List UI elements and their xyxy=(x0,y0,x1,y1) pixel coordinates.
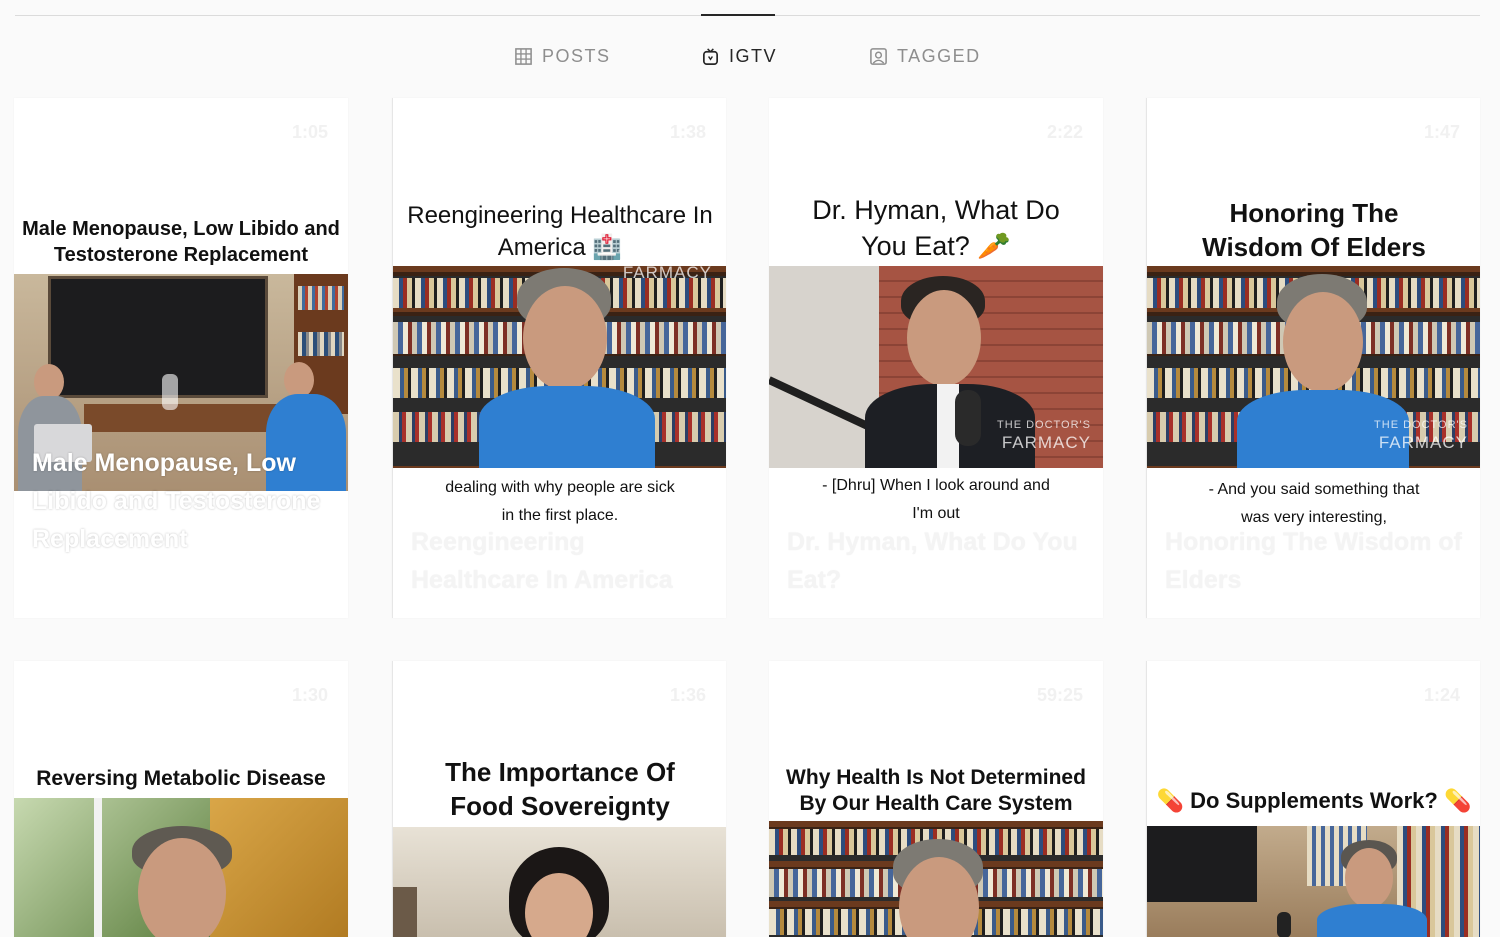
tab-posts-label: POSTS xyxy=(542,46,611,66)
video-thumbnail xyxy=(393,266,726,468)
video-thumbnail xyxy=(1147,826,1480,937)
tab-posts[interactable]: POSTS xyxy=(514,46,611,67)
tab-igtv[interactable]: IGTV xyxy=(701,46,777,67)
igtv-icon xyxy=(702,48,719,65)
video-duration: 1:05 xyxy=(291,122,328,142)
video-duration: 1:30 xyxy=(291,685,328,705)
video-caption: dealing with why people are sick in the … xyxy=(445,479,675,524)
watermark-line1: THE DOCTOR'S xyxy=(997,419,1091,431)
video-caption: - [Dhru] When I look around and I'm out xyxy=(822,477,1050,522)
igtv-video-card[interactable]: 1:05 Male Menopause, Low Libido and Test… xyxy=(14,98,348,618)
igtv-video-card[interactable]: 1:24 💊 Do Supplements Work? 💊 xyxy=(1146,661,1480,937)
profile-tabs: POSTS IGTV TAGGED xyxy=(0,46,1500,72)
watermark-line2: FARMACY xyxy=(622,263,712,282)
watermark-line1: THE DOCTOR'S xyxy=(1374,419,1468,431)
video-title-text: The Importance Of Food Sovereignty xyxy=(445,757,675,821)
video-overlay-title: Dr. Hyman, What Do You Eat? xyxy=(787,528,1078,594)
grid-icon xyxy=(515,48,532,65)
tab-tagged-label: TAGGED xyxy=(897,46,981,66)
igtv-page: POSTS IGTV TAGGED 1:05 Male Menopause, L… xyxy=(0,0,1500,937)
igtv-video-card[interactable]: 2:22 Dr. Hyman, What Do You Eat? 🥕 THE D… xyxy=(769,98,1103,618)
video-overlay-title: Honoring The Wisdom of Elders xyxy=(1165,528,1462,594)
igtv-video-card[interactable]: 1:30 Reversing Metabolic Disease xyxy=(14,661,348,937)
video-duration: 1:24 xyxy=(1423,685,1460,705)
igtv-video-card[interactable]: 1:47 Honoring The Wisdom Of Elders THE D… xyxy=(1146,98,1480,618)
video-overlay-title: Reengineering Healthcare In America xyxy=(411,528,673,594)
video-title-text: Male Menopause, Low Libido and Testoster… xyxy=(22,218,340,266)
tab-tagged[interactable]: TAGGED xyxy=(869,46,981,67)
video-thumbnail xyxy=(769,821,1103,937)
video-title-text: Dr. Hyman, What Do You Eat? 🥕 xyxy=(812,195,1060,261)
video-title-text: Reversing Metabolic Disease xyxy=(36,767,326,790)
watermark-line2: FARMACY xyxy=(1378,433,1468,452)
video-thumbnail xyxy=(14,798,348,937)
video-title-text: Why Health Is Not Determined By Our Heal… xyxy=(786,766,1086,815)
video-watermark: THE DOCTOR'S FARMACY xyxy=(618,246,712,282)
igtv-video-card[interactable]: 59:25 Why Health Is Not Determined By Ou… xyxy=(769,661,1103,937)
tab-igtv-label: IGTV xyxy=(729,46,778,66)
video-title-text: 💊 Do Supplements Work? 💊 xyxy=(1156,788,1472,813)
video-duration: 59:25 xyxy=(1036,685,1083,705)
video-title-text: Honoring The Wisdom Of Elders xyxy=(1202,198,1426,262)
video-overlay-title: Male Menopause, Low Libido and Testoster… xyxy=(32,449,321,553)
watermark-line1: THE DOCTOR'S xyxy=(618,249,712,261)
video-thumbnail xyxy=(393,827,726,937)
igtv-video-card[interactable]: 1:36 The Importance Of Food Sovereignty xyxy=(392,661,726,937)
tagged-icon xyxy=(870,48,887,65)
video-duration: 1:36 xyxy=(669,685,706,705)
video-watermark: THE DOCTOR'S FARMACY xyxy=(1374,416,1468,452)
active-tab-indicator xyxy=(701,14,775,16)
video-watermark: THE DOCTOR'S FARMACY xyxy=(997,416,1091,452)
video-duration: 2:22 xyxy=(1046,122,1083,142)
video-duration: 1:38 xyxy=(669,122,706,142)
watermark-line2: FARMACY xyxy=(1001,433,1091,452)
video-duration: 1:47 xyxy=(1423,122,1460,142)
igtv-video-card[interactable]: 1:38 Reengineering Healthcare In America… xyxy=(392,98,726,618)
